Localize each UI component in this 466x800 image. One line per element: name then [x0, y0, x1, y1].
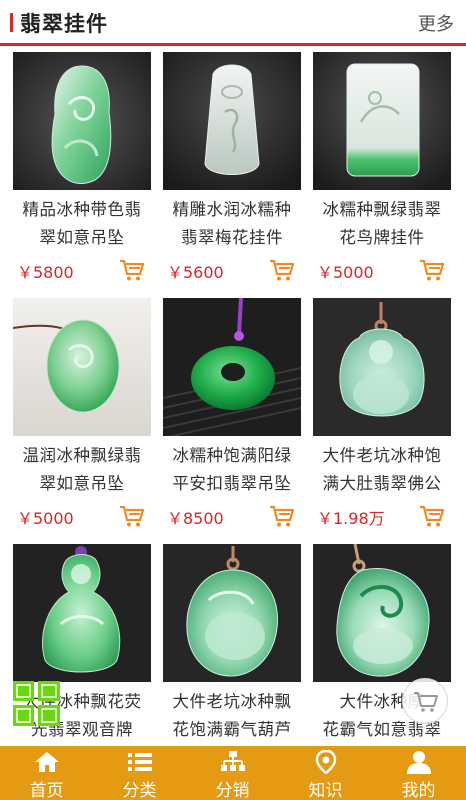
- product-image[interactable]: [313, 544, 451, 682]
- location-pin-icon: [315, 750, 337, 774]
- product-card[interactable]: 大件老坑冰种饱 满大肚翡翠佛公 ￥1.98万: [313, 298, 451, 538]
- add-to-cart-icon[interactable]: [119, 504, 145, 528]
- product-card[interactable]: 冰糯种飘绿翡翠 花鸟牌挂件 ￥5000: [313, 52, 451, 292]
- tab-category[interactable]: 分类: [93, 746, 186, 800]
- product-image[interactable]: [13, 544, 151, 682]
- product-name[interactable]: 冰糯种飘绿翡翠 花鸟牌挂件: [309, 196, 455, 252]
- header-divider: [0, 43, 466, 46]
- tab-label: 知识: [308, 781, 343, 800]
- product-image[interactable]: [13, 52, 151, 190]
- tab-label: 首页: [29, 781, 64, 800]
- tab-label: 我的: [401, 781, 436, 800]
- product-image[interactable]: [163, 52, 301, 190]
- product-name[interactable]: 冰糯种饱满阳绿 平安扣翡翠吊坠: [159, 442, 305, 498]
- distribution-icon: [221, 751, 245, 771]
- add-to-cart-icon[interactable]: [419, 504, 445, 528]
- tab-label: 分销: [215, 781, 250, 800]
- product-price: ￥5000: [317, 263, 374, 282]
- product-image[interactable]: [313, 52, 451, 190]
- product-name[interactable]: 大件老坑冰种飘 花饱满霸气葫芦: [159, 688, 305, 744]
- product-card[interactable]: 大件老坑冰种飘 花饱满霸气葫芦: [163, 544, 301, 746]
- product-price: ￥5600: [167, 263, 224, 282]
- product-grid: 精品冰种带色翡 翠如意吊坠 ￥5800 精雕水润冰糯种 翡翠梅花挂件 ￥5600…: [0, 52, 466, 746]
- product-price: ￥8500: [167, 509, 224, 528]
- product-image[interactable]: [163, 298, 301, 436]
- shopping-cart-float-button[interactable]: [402, 678, 448, 724]
- add-to-cart-icon[interactable]: [269, 258, 295, 282]
- product-name[interactable]: 精品冰种带色翡 翠如意吊坠: [9, 196, 155, 252]
- add-to-cart-icon[interactable]: [419, 258, 445, 282]
- bottom-tab-bar: 首页 分类 分销 知识 我的: [0, 746, 466, 800]
- product-price: ￥5800: [17, 263, 74, 282]
- product-price: ￥5000: [17, 509, 74, 528]
- product-name[interactable]: 温润冰种飘绿翡 翠如意吊坠: [9, 442, 155, 498]
- tab-knowledge[interactable]: 知识: [279, 746, 372, 800]
- product-card[interactable]: 精雕水润冰糯种 翡翠梅花挂件 ￥5600: [163, 52, 301, 292]
- product-name[interactable]: 大件老坑冰种饱 满大肚翡翠佛公: [309, 442, 455, 498]
- product-image[interactable]: [313, 298, 451, 436]
- product-image[interactable]: [163, 544, 301, 682]
- product-card[interactable]: 温润冰种飘绿翡 翠如意吊坠 ￥5000: [13, 298, 151, 538]
- add-to-cart-icon[interactable]: [269, 504, 295, 528]
- tab-home[interactable]: 首页: [0, 746, 93, 800]
- home-icon: [35, 752, 59, 772]
- product-name[interactable]: 精雕水润冰糯种 翡翠梅花挂件: [159, 196, 305, 252]
- title-accent-bar: [10, 13, 13, 32]
- list-icon: [128, 753, 152, 771]
- more-link[interactable]: 更多: [418, 10, 454, 36]
- product-image[interactable]: [13, 298, 151, 436]
- tab-mine[interactable]: 我的: [372, 746, 465, 800]
- product-card[interactable]: 冰糯种饱满阳绿 平安扣翡翠吊坠 ￥8500: [163, 298, 301, 538]
- category-grid-float-button[interactable]: [13, 681, 60, 726]
- tab-label: 分类: [122, 781, 157, 800]
- user-icon: [407, 751, 431, 774]
- product-price: ￥1.98万: [317, 509, 385, 528]
- product-card[interactable]: 精品冰种带色翡 翠如意吊坠 ￥5800: [13, 52, 151, 292]
- cart-icon: [414, 692, 438, 712]
- section-title: 翡翠挂件: [20, 12, 108, 36]
- add-to-cart-icon[interactable]: [119, 258, 145, 282]
- section-header: 翡翠挂件 更多: [0, 0, 466, 46]
- tab-distribution[interactable]: 分销: [186, 746, 279, 800]
